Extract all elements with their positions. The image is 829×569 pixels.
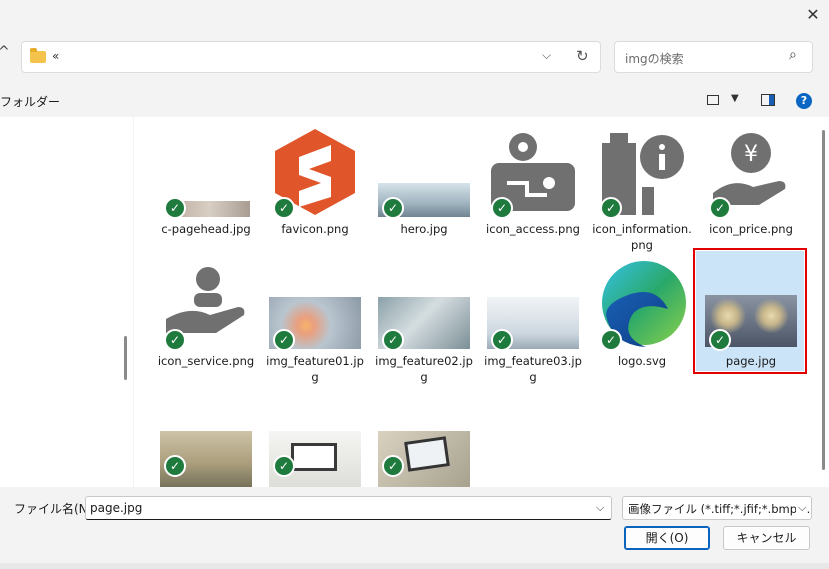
checkmark-icon[interactable]: ✓	[382, 197, 404, 219]
checkmark-icon[interactable]: ✓	[491, 329, 513, 351]
close-icon: ✕	[806, 5, 820, 24]
checkmark-icon[interactable]: ✓	[491, 197, 513, 219]
up-arrow-icon: ^	[0, 44, 10, 60]
filename-value[interactable]: page.jpg	[90, 501, 142, 515]
checkmark-icon[interactable]: ✓	[709, 197, 731, 219]
file-item[interactable]: ✓ hero.jpg	[360, 117, 470, 247]
file-name: favicon.png	[281, 222, 349, 236]
file-item[interactable]: ✓ img_feature02.jpg	[360, 249, 473, 384]
file-item[interactable]: ✓	[251, 411, 361, 487]
file-item[interactable]: ✓ img_feature01.jpg	[251, 249, 364, 384]
file-name: hero.jpg	[400, 222, 448, 236]
file-item[interactable]: ✓ icon_service.png	[142, 249, 254, 379]
file-type-value[interactable]: 画像ファイル (*.tiff;*.jfif;*.bmp;*.p	[628, 501, 811, 517]
view-options-chevron-icon[interactable]: ▼	[731, 93, 739, 104]
file-list-scroll-thumb[interactable]	[822, 130, 825, 470]
file-name: img_feature02.jpg	[375, 354, 473, 384]
file-item[interactable]: ✓	[142, 411, 252, 487]
file-item[interactable]: ✓ icon_access.png	[469, 117, 580, 247]
file-name: logo.svg	[617, 354, 667, 368]
file-name: c-pagehead.jpg	[161, 222, 251, 236]
file-name: img_feature01.jpg	[266, 354, 364, 384]
file-name: icon_access.png	[486, 222, 580, 236]
folder-icon	[30, 48, 46, 63]
file-name: icon_service.png	[157, 354, 255, 368]
file-item[interactable]: ✓ page.jpg	[687, 249, 797, 379]
checkmark-icon[interactable]: ✓	[164, 329, 186, 351]
file-item[interactable]: ✓ c-pagehead.jpg	[142, 117, 251, 247]
checkmark-icon[interactable]: ✓	[164, 197, 186, 219]
file-thumbnail	[269, 421, 361, 487]
navigation-pane[interactable]	[0, 117, 133, 487]
up-folder-button[interactable]: ^	[0, 44, 10, 60]
file-thumbnail	[378, 421, 470, 487]
checkmark-icon[interactable]: ✓	[382, 329, 404, 351]
navigation-scrollbar[interactable]	[124, 336, 127, 380]
checkmark-icon[interactable]: ✓	[600, 197, 622, 219]
checkmark-icon[interactable]: ✓	[709, 329, 731, 351]
checkmark-icon[interactable]: ✓	[273, 455, 295, 477]
file-thumbnail	[160, 421, 252, 487]
file-name: img_feature03.jpg	[484, 354, 582, 384]
breadcrumb[interactable]: «	[52, 49, 59, 63]
new-folder-button[interactable]: フォルダー	[0, 93, 60, 110]
checkmark-icon[interactable]: ✓	[600, 329, 622, 351]
svg-text:¥: ¥	[744, 142, 758, 167]
file-list[interactable]: ✓ c-pagehead.jpg ✓ favicon.png ✓ hero.jp…	[134, 117, 819, 487]
file-item[interactable]: ✓ logo.svg	[578, 249, 686, 379]
file-item[interactable]: ✓ img_feature03.jpg	[469, 249, 582, 384]
file-type-select[interactable]: 画像ファイル (*.tiff;*.jfif;*.bmp;*.p ⌵	[622, 496, 812, 520]
open-button[interactable]: 開く(O)	[624, 526, 710, 550]
file-type-chevron-icon[interactable]: ⌵	[796, 501, 807, 515]
search-box[interactable]: imgの検索 ⌕	[614, 41, 813, 73]
file-name: icon_price.png	[709, 222, 793, 236]
address-bar[interactable]: « ⌵ ↻	[21, 41, 601, 73]
file-name: page.jpg	[725, 354, 777, 368]
search-input[interactable]: imgの検索	[625, 50, 684, 67]
checkmark-icon[interactable]: ✓	[164, 455, 186, 477]
address-dropdown-chevron-icon[interactable]: ⌵	[542, 48, 551, 63]
cancel-button[interactable]: キャンセル	[723, 526, 810, 550]
file-item[interactable]: ✓ favicon.png	[251, 117, 359, 247]
help-icon[interactable]: ?	[796, 93, 812, 109]
close-button[interactable]: ✕	[800, 3, 826, 27]
filename-dropdown-chevron-icon[interactable]: ⌵	[596, 501, 604, 515]
checkmark-icon[interactable]: ✓	[382, 455, 404, 477]
filename-field[interactable]: page.jpg ⌵	[85, 496, 612, 520]
search-icon[interactable]: ⌕	[789, 47, 797, 63]
checkmark-icon[interactable]: ✓	[273, 197, 295, 219]
file-item[interactable]: ✓ icon_information.png	[578, 117, 692, 252]
checkmark-icon[interactable]: ✓	[273, 329, 295, 351]
view-options-icon[interactable]	[707, 95, 719, 105]
refresh-icon[interactable]: ↻	[576, 47, 589, 65]
file-item[interactable]: ✓	[360, 411, 470, 487]
file-item[interactable]: ¥ ✓ icon_price.png	[687, 117, 795, 247]
preview-pane-icon[interactable]	[761, 94, 775, 106]
window-bottom-edge	[0, 563, 829, 569]
